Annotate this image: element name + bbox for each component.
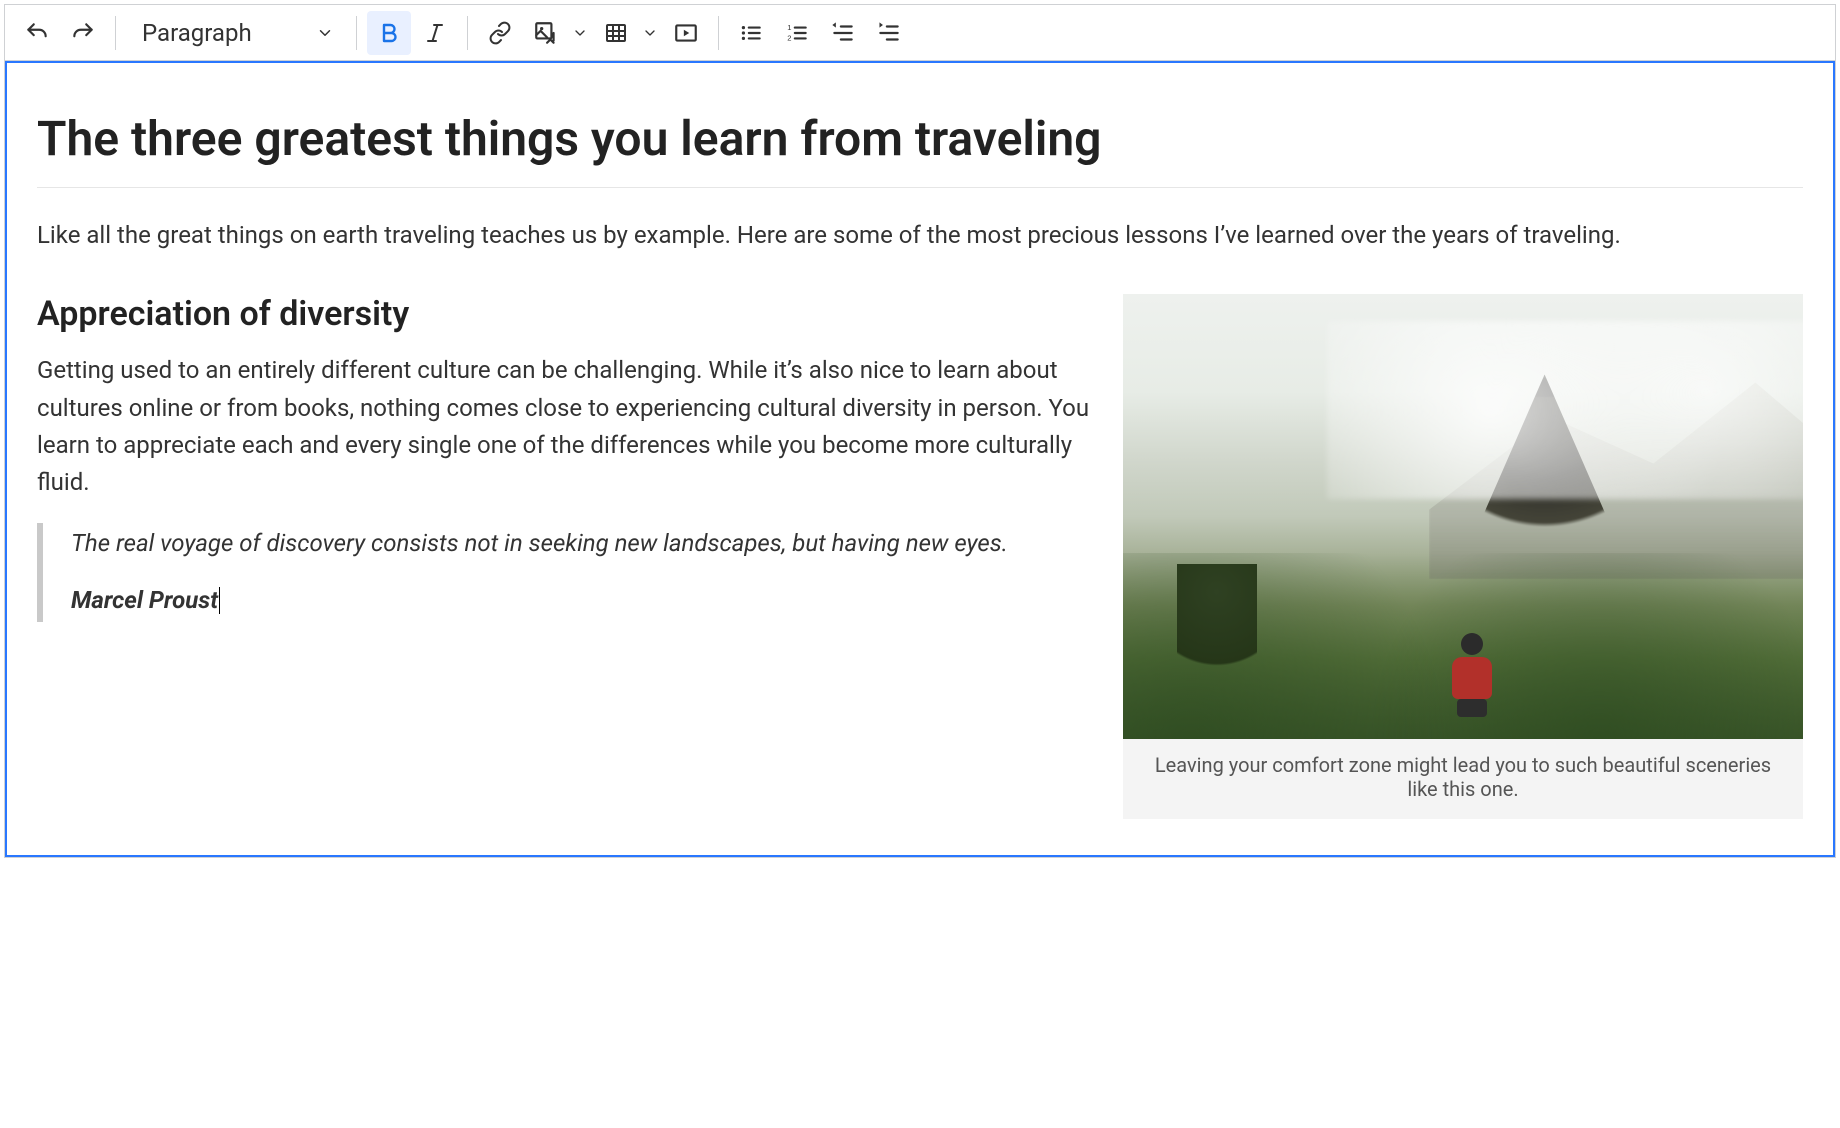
chevron-down-icon — [316, 24, 334, 42]
svg-text:1: 1 — [787, 22, 791, 31]
redo-button[interactable] — [61, 11, 105, 55]
outdent-icon — [830, 20, 856, 46]
outdent-button[interactable] — [821, 11, 865, 55]
section-paragraph[interactable]: Getting used to an entirely different cu… — [37, 352, 1095, 501]
svg-text:2: 2 — [787, 33, 791, 42]
column-right: Leaving your comfort zone might lead you… — [1123, 294, 1803, 819]
link-icon — [488, 21, 512, 45]
blockquote-text[interactable]: The real voyage of discovery consists no… — [71, 525, 1095, 562]
section-heading[interactable]: Appreciation of diversity — [37, 294, 1095, 334]
blockquote-author[interactable]: Marcel Proust — [71, 582, 220, 619]
image-placeholder[interactable] — [1123, 294, 1803, 739]
person-silhouette — [1449, 633, 1495, 713]
heading-dropdown[interactable]: Paragraph — [126, 11, 346, 55]
table-icon — [604, 21, 628, 45]
italic-icon — [423, 21, 447, 45]
editor-frame: Paragraph — [4, 4, 1836, 858]
indent-button[interactable] — [867, 11, 911, 55]
column-left: Appreciation of diversity Getting used t… — [37, 294, 1095, 621]
toolbar: Paragraph — [5, 5, 1835, 61]
chevron-down-icon — [642, 25, 658, 41]
lead-paragraph[interactable]: Like all the great things on earth trave… — [37, 216, 1803, 254]
text-cursor — [219, 587, 220, 615]
redo-icon — [70, 20, 96, 46]
media-embed-button[interactable] — [664, 11, 708, 55]
image-button-options[interactable] — [568, 11, 592, 55]
two-column-layout: Appreciation of diversity Getting used t… — [37, 294, 1803, 819]
image-figure[interactable]: Leaving your comfort zone might lead you… — [1123, 294, 1803, 819]
blockquote[interactable]: The real voyage of discovery consists no… — [37, 523, 1095, 621]
media-icon — [673, 20, 699, 46]
undo-button[interactable] — [15, 11, 59, 55]
chevron-down-icon — [572, 25, 588, 41]
toolbar-separator — [467, 16, 468, 50]
table-button[interactable] — [594, 11, 638, 55]
table-button-options[interactable] — [638, 11, 662, 55]
indent-icon — [876, 20, 902, 46]
bulleted-list-button[interactable] — [729, 11, 773, 55]
image-caption[interactable]: Leaving your comfort zone might lead you… — [1123, 739, 1803, 819]
page-title[interactable]: The three greatest things you learn from… — [37, 109, 1803, 188]
toolbar-separator — [115, 16, 116, 50]
italic-button[interactable] — [413, 11, 457, 55]
undo-icon — [24, 20, 50, 46]
toolbar-separator — [718, 16, 719, 50]
heading-dropdown-label: Paragraph — [142, 19, 252, 47]
editor-content[interactable]: The three greatest things you learn from… — [5, 61, 1835, 857]
bold-button[interactable] — [367, 11, 411, 55]
numbered-list-icon: 12 — [784, 20, 810, 46]
bold-icon — [377, 21, 401, 45]
link-button[interactable] — [478, 11, 522, 55]
numbered-list-button[interactable]: 12 — [775, 11, 819, 55]
image-button[interactable] — [524, 11, 568, 55]
bulleted-list-icon — [738, 20, 764, 46]
image-upload-icon — [533, 20, 559, 46]
toolbar-separator — [356, 16, 357, 50]
